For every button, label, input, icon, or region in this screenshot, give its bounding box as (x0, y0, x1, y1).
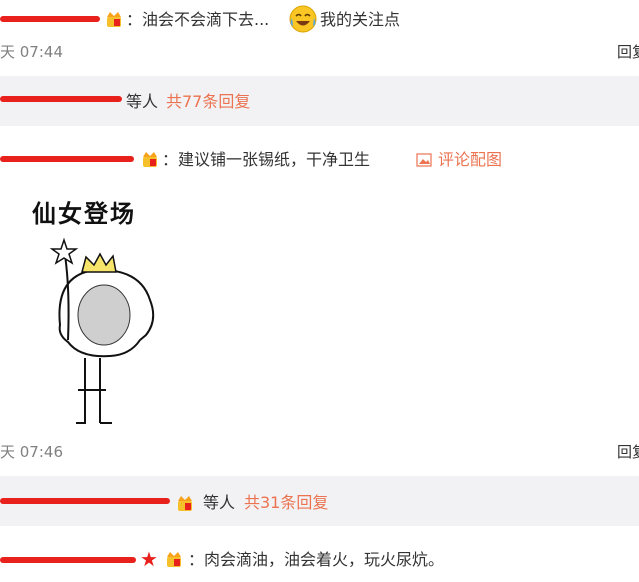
thread-suffix: 等人 (126, 92, 159, 111)
laughing-cry-emoji-icon (289, 5, 317, 33)
comment-text-suffix: 我的关注点 (320, 10, 401, 29)
redacted-usernames (0, 498, 170, 504)
vip-badge-icon (143, 152, 157, 167)
reply-button[interactable]: 回复 (617, 443, 639, 461)
comment-text: ：油会不会滴下去... (126, 10, 270, 29)
view-replies-link[interactable]: 共31条回复 (244, 493, 328, 513)
thread-suffix: 等人 (203, 493, 236, 512)
sticker-caption: 仙女登场 (32, 199, 136, 228)
redacted-username (0, 557, 136, 563)
comment-text: ：肉会滴油，油会着火，玩火尿炕。 (188, 550, 445, 569)
star-icon: ★ (140, 547, 158, 571)
comment-image-link[interactable]: 评论配图 (438, 150, 502, 170)
vip-badge-icon (178, 496, 192, 511)
redacted-usernames (0, 96, 122, 102)
comment-timestamp: 天 07:44 (0, 43, 63, 61)
redacted-username (0, 16, 100, 22)
image-icon[interactable] (416, 153, 432, 167)
view-replies-link[interactable]: 共77条回复 (166, 92, 250, 112)
vip-badge-icon (107, 12, 121, 27)
comment-sticker-image[interactable]: 仙女登场 (0, 180, 219, 430)
reply-button[interactable]: 回复 (617, 43, 639, 61)
redacted-username (0, 156, 134, 162)
comment-text: ：建议铺一张锡纸，干净卫生 (162, 150, 371, 169)
vip-badge-icon (167, 552, 181, 567)
comment-timestamp: 天 07:46 (0, 443, 63, 461)
